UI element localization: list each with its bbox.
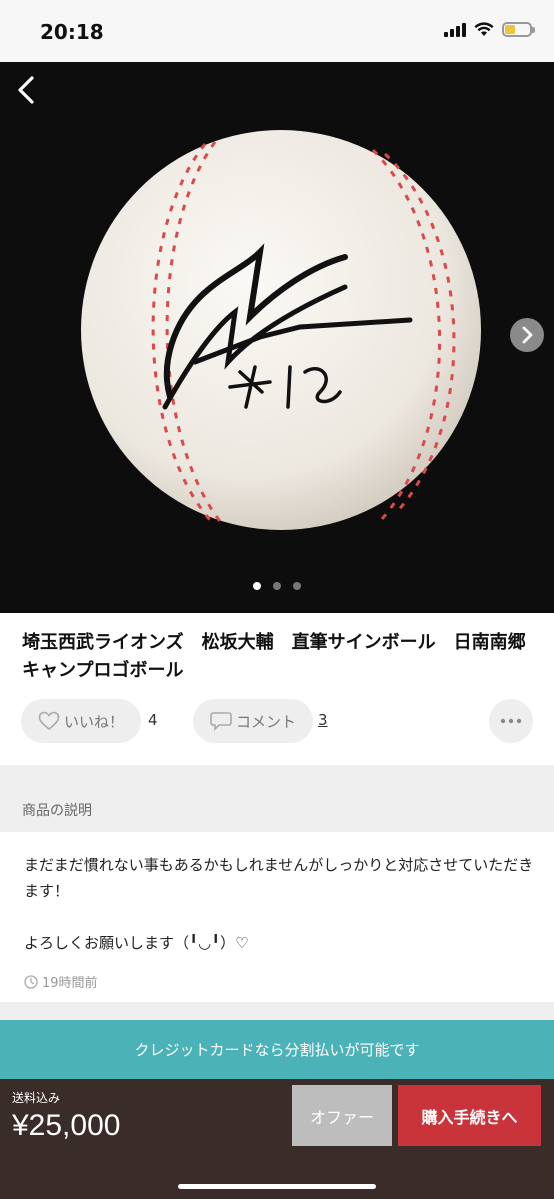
- status-time: 20:18: [40, 20, 104, 44]
- posted-time-label: 19時間前: [42, 976, 98, 991]
- home-indicator: [178, 1184, 376, 1189]
- buy-button[interactable]: 購入手続きへ: [398, 1085, 541, 1146]
- carousel-dots: [0, 582, 554, 590]
- heart-icon: [38, 711, 60, 731]
- carousel-dot[interactable]: [253, 582, 261, 590]
- credit-card-banner[interactable]: クレジットカードなら分割払いが可能です: [0, 1020, 554, 1079]
- like-button[interactable]: いいね！: [21, 699, 141, 743]
- signal-icon: [444, 21, 466, 37]
- like-label: いいね！: [63, 712, 124, 731]
- posted-time: 19時間前: [24, 972, 98, 991]
- battery-icon: [502, 21, 535, 37]
- carousel-dot[interactable]: [293, 582, 301, 590]
- description-section-label: 商品の説明: [22, 803, 92, 819]
- chevron-right-icon: [522, 326, 533, 344]
- price: ¥25,000: [12, 1109, 121, 1142]
- more-dots-icon: [500, 718, 522, 724]
- offer-button[interactable]: オファー: [292, 1085, 392, 1146]
- purchase-bar: 送料込み ¥25,000 オファー 購入手続きへ: [0, 1079, 554, 1199]
- baseball-photo: [0, 62, 554, 613]
- product-photo-carousel[interactable]: [0, 62, 554, 613]
- item-title: 埼玉西武ライオンズ 松坂大輔 直筆サインボール 日南南郷キャンプロゴボール: [22, 632, 526, 681]
- back-arrow-icon[interactable]: [12, 74, 44, 106]
- wifi-icon: [474, 21, 494, 36]
- comment-button[interactable]: コメント: [193, 699, 313, 743]
- status-icons: [444, 21, 535, 37]
- like-count: 4: [148, 711, 158, 729]
- shipping-label: 送料込み: [12, 1091, 61, 1105]
- comment-label: コメント: [235, 712, 296, 731]
- status-bar: 20:18: [0, 0, 554, 62]
- item-info-panel: 埼玉西武ライオンズ 松坂大輔 直筆サインボール 日南南郷キャンプロゴボール いい…: [0, 613, 554, 765]
- description-text: まだまだ慣れない事もあるかもしれませんがしっかりと対応させていただきます！ よろ…: [24, 856, 534, 952]
- next-image-button[interactable]: [510, 318, 544, 352]
- more-options-button[interactable]: [489, 699, 533, 743]
- comment-icon: [210, 712, 232, 731]
- comment-count[interactable]: 3: [318, 711, 328, 729]
- carousel-dot[interactable]: [273, 582, 281, 590]
- clock-icon: [24, 974, 38, 989]
- description-panel: まだまだ慣れない事もあるかもしれませんがしっかりと対応させていただきます！ よろ…: [0, 832, 554, 1002]
